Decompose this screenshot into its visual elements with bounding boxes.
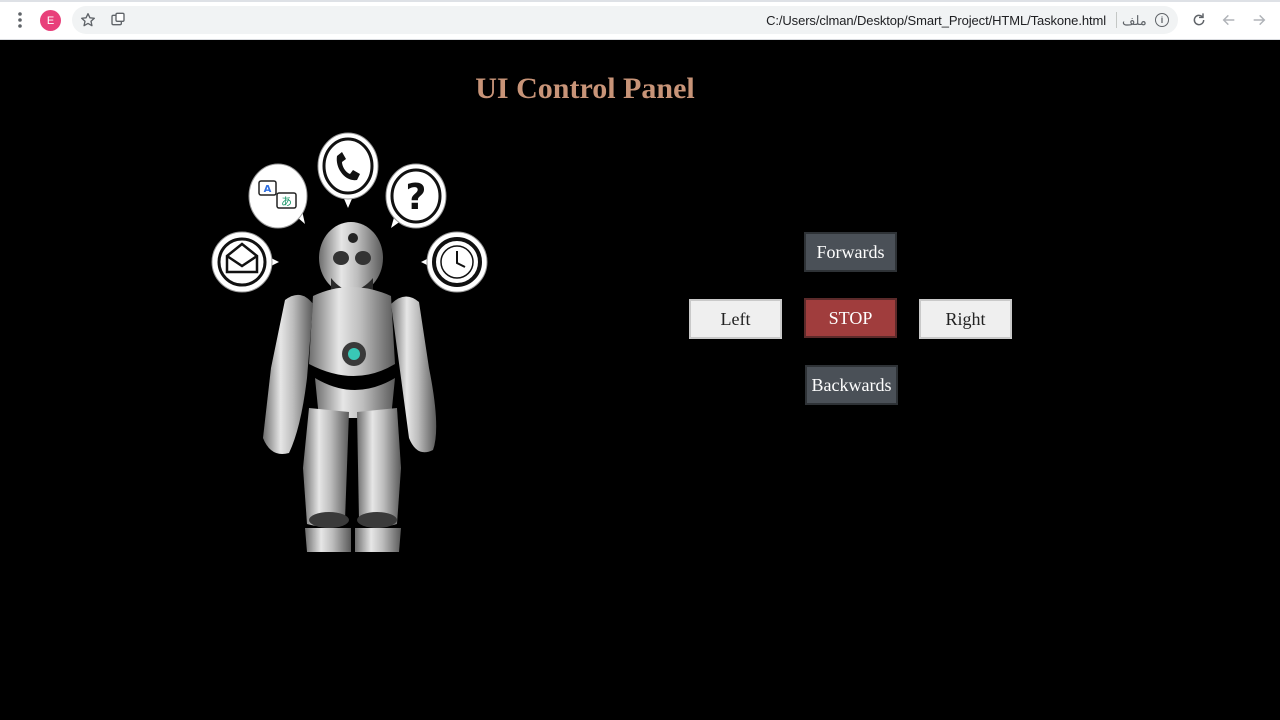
translate-bubble-letter-a: A <box>264 184 272 195</box>
info-icon[interactable]: i <box>1155 13 1169 27</box>
profile-avatar[interactable]: E <box>40 10 61 31</box>
phone-icon <box>317 132 379 208</box>
back-arrow-icon[interactable] <box>1217 8 1241 32</box>
reload-icon[interactable] <box>1187 8 1211 32</box>
robot-figure <box>263 222 437 552</box>
menu-dots-icon[interactable] <box>8 8 32 32</box>
right-button[interactable]: Right <box>919 299 1012 339</box>
backwards-button[interactable]: Backwards <box>805 365 898 405</box>
browser-toolbar: E C:/Users/clman/Desktop/Smart_Project/H… <box>0 0 1280 40</box>
question-icon: ? <box>385 163 447 229</box>
envelope-icon <box>211 231 279 293</box>
translate-icon: A あ <box>248 163 308 229</box>
translate-bubble-letter-b: あ <box>281 195 292 208</box>
page-title: UI Control Panel <box>475 72 695 105</box>
forward-arrow-icon[interactable] <box>1247 8 1271 32</box>
url-text[interactable]: C:/Users/clman/Desktop/Smart_Project/HTM… <box>766 13 1106 28</box>
tab-strip-edge <box>0 0 1280 2</box>
scheme-label: ملف <box>1122 13 1147 28</box>
clock-icon <box>421 231 488 293</box>
forwards-button[interactable]: Forwards <box>804 232 897 272</box>
omnibox-divider <box>1116 12 1117 28</box>
stop-button[interactable]: STOP <box>804 298 897 338</box>
robot-illustration: A あ ? <box>211 132 488 552</box>
left-button[interactable]: Left <box>689 299 782 339</box>
star-icon[interactable] <box>76 8 100 32</box>
help-bubble-symbol: ? <box>406 177 427 218</box>
extension-icon[interactable] <box>106 8 130 32</box>
